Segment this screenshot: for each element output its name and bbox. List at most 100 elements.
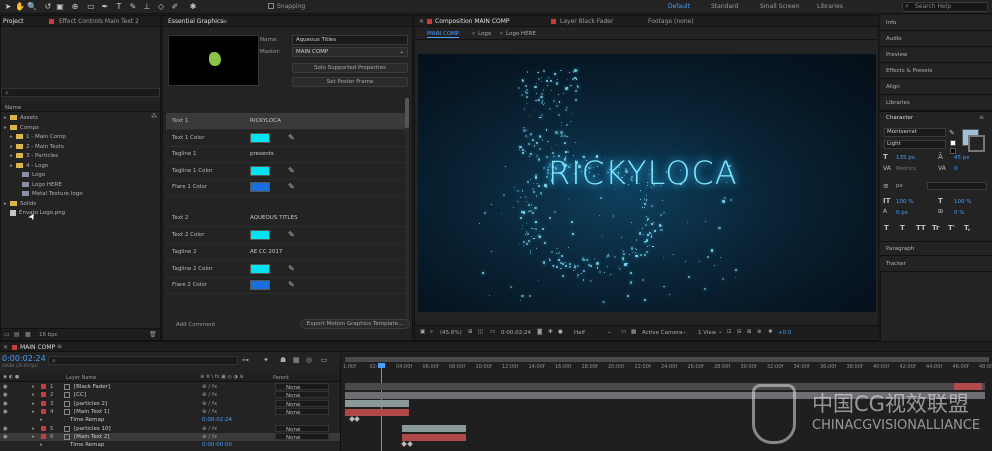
- stroke-unit[interactable]: px: [896, 183, 903, 189]
- switches-icon[interactable]: ⊕ / fx: [202, 400, 217, 408]
- leading-value[interactable]: 45 px: [954, 155, 970, 161]
- parent-select[interactable]: None: [275, 407, 329, 416]
- panel-info[interactable]: Info: [880, 16, 992, 31]
- font-size-value[interactable]: 135 px: [896, 155, 915, 161]
- region-icon[interactable]: ▭: [490, 329, 495, 335]
- list-item[interactable]: Logo HERE: [1, 181, 160, 190]
- font-style-select[interactable]: Light: [884, 140, 946, 149]
- layer-name[interactable]: Time Remap: [70, 441, 104, 449]
- list-item[interactable]: ▸ 1 - Main Comp: [1, 133, 160, 142]
- stroke-color-swatch[interactable]: [968, 135, 985, 152]
- type-tool-icon[interactable]: T: [114, 2, 124, 12]
- views-select[interactable]: 1 View: [698, 330, 716, 336]
- trash-icon[interactable]: 🗑: [149, 331, 157, 338]
- pen-tool-icon[interactable]: ✒: [100, 2, 110, 12]
- property-text-field[interactable]: AQUEOUS TITLES: [250, 215, 297, 221]
- property-text-field[interactable]: presents: [250, 151, 274, 157]
- kerning-value[interactable]: Metrics: [896, 166, 916, 172]
- switches-icon[interactable]: ⊕ / fx: [202, 433, 217, 441]
- switches-icon[interactable]: ⊕ / fx: [202, 425, 217, 433]
- list-item[interactable]: Envato Logo.png: [1, 209, 160, 218]
- work-area-bar[interactable]: [345, 357, 989, 362]
- panel-menu-icon[interactable]: ≡: [57, 343, 62, 350]
- grid-icon[interactable]: ⊞: [468, 329, 473, 335]
- tracking-value[interactable]: 0: [954, 166, 958, 172]
- chevron-right-icon[interactable]: ▸: [40, 416, 43, 424]
- timeline-search-input[interactable]: ⌕: [48, 356, 238, 365]
- project-search-input[interactable]: ⌕: [1, 88, 160, 97]
- project-column-name[interactable]: Name: [1, 104, 160, 112]
- workspace-standard[interactable]: Standard: [711, 3, 738, 10]
- visibility-eye-icon[interactable]: ◉: [3, 383, 8, 391]
- layer-bar-particles-2[interactable]: [345, 400, 409, 407]
- tab-composition[interactable]: Composition MAIN COMP: [435, 18, 510, 25]
- zoom-tool-icon[interactable]: 🔍: [27, 2, 37, 12]
- add-comment-button[interactable]: Add Comment: [176, 322, 215, 328]
- current-timecode[interactable]: 0:00:02:24: [501, 330, 531, 336]
- eraser-tool-icon[interactable]: ◇: [156, 2, 166, 12]
- chevron-right-icon[interactable]: ▸: [32, 383, 35, 391]
- fill-white-swatch[interactable]: [950, 140, 956, 146]
- show-snapshot-icon[interactable]: ✚: [548, 329, 553, 335]
- layer-name[interactable]: [particles 2]: [74, 400, 107, 408]
- set-poster-frame-button[interactable]: Set Poster Frame: [292, 77, 408, 87]
- color-swatch[interactable]: [250, 182, 270, 192]
- layer-bar-black-fader-end[interactable]: [954, 383, 982, 390]
- baseline-shift-value[interactable]: 0 px: [896, 210, 908, 216]
- color-swatch[interactable]: [250, 133, 270, 143]
- visibility-eye-icon[interactable]: ◉: [3, 425, 8, 433]
- list-item[interactable]: ▸ 3 - Particles: [1, 152, 160, 161]
- parent-header[interactable]: Parent: [273, 375, 289, 381]
- reset-exposure-icon[interactable]: ✺: [768, 329, 773, 335]
- property-text-field[interactable]: RICKYLOCA: [250, 118, 281, 124]
- fill-black-swatch[interactable]: [950, 148, 956, 154]
- puppet-tool-icon[interactable]: ✱: [188, 2, 198, 12]
- frame-blending-icon[interactable]: ▦: [293, 356, 300, 364]
- chevron-right-icon[interactable]: ▸: [32, 391, 35, 399]
- eyedropper-icon[interactable]: ✎: [288, 166, 295, 175]
- comp-mini-flowchart-icon[interactable]: ⊶: [242, 356, 249, 364]
- tsume-value[interactable]: 0 %: [954, 210, 964, 216]
- breadcrumb-logo[interactable]: Logo: [478, 31, 491, 37]
- eyedropper-icon[interactable]: ✎: [949, 129, 955, 137]
- text-style-button[interactable]: TT: [916, 224, 926, 232]
- time-remap-value[interactable]: 0:00:00:00: [202, 441, 232, 449]
- new-folder-icon[interactable]: ▭: [4, 331, 10, 338]
- panel-libraries[interactable]: Libraries: [880, 96, 992, 111]
- table-row[interactable]: ◉ ▸ 3 [particles 2] ⊕ / fx None: [0, 399, 340, 408]
- roto-brush-tool-icon[interactable]: ✐: [170, 2, 180, 12]
- layer-name[interactable]: [Black Fader]: [74, 383, 110, 391]
- chevron-right-icon[interactable]: ▸: [32, 425, 35, 433]
- layer-bar-black-fader[interactable]: [345, 383, 985, 390]
- new-comp-icon[interactable]: ▤: [14, 331, 20, 338]
- layer-bar-cc[interactable]: [345, 391, 985, 399]
- layer-bar-main-text-2[interactable]: [402, 433, 466, 441]
- timeline-icon[interactable]: ⊠: [747, 329, 752, 335]
- zoom-level[interactable]: (45.6%): [440, 330, 462, 336]
- horizontal-scale-value[interactable]: 100 %: [954, 199, 971, 205]
- rectangle-tool-icon[interactable]: ▭: [86, 2, 96, 12]
- tab-effect-controls[interactable]: Effect Controls Main Text 2: [59, 18, 139, 25]
- composition-viewer[interactable]: RICKYLOCA: [418, 54, 876, 312]
- always-preview-icon[interactable]: ▣: [420, 329, 425, 335]
- font-family-select[interactable]: Montserrat: [884, 128, 946, 137]
- breadcrumb-main-comp[interactable]: MAIN COMP: [427, 31, 460, 38]
- close-icon[interactable]: ✕: [419, 18, 424, 25]
- breadcrumb-logo-here[interactable]: Logo HERE: [506, 31, 536, 37]
- switches-icon[interactable]: ⊕ / fx: [202, 408, 217, 416]
- table-row[interactable]: ◉ ▸ 1 [Black Fader] ⊕ / fx None: [0, 383, 340, 391]
- graph-editor-icon[interactable]: ▭: [321, 356, 328, 364]
- chevron-right-icon[interactable]: ▸: [32, 400, 35, 408]
- chevron-right-icon[interactable]: ▸: [32, 433, 35, 441]
- parent-select[interactable]: None: [275, 399, 329, 408]
- label-color-icon[interactable]: [41, 408, 46, 414]
- switches-icon[interactable]: ⊕ / fx: [202, 383, 217, 391]
- table-row[interactable]: ◉ ▸ 6 [Main Text 2] ⊕ / fx None: [0, 432, 340, 441]
- parent-select[interactable]: None: [275, 391, 329, 399]
- resolution-select[interactable]: Half: [574, 330, 585, 336]
- eyedropper-icon[interactable]: ✎: [288, 264, 295, 273]
- visibility-eye-icon[interactable]: ◉: [3, 400, 8, 408]
- color-swatch[interactable]: [250, 230, 270, 240]
- visibility-eye-icon[interactable]: ◉: [3, 391, 8, 399]
- workspace-libraries[interactable]: Libraries: [817, 3, 843, 10]
